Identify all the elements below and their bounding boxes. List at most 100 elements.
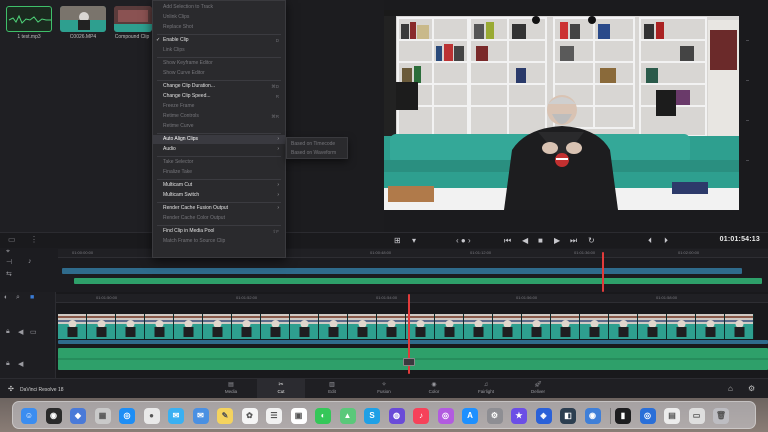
menu-shortcut: ⇧F [272, 229, 279, 234]
tab-fusion[interactable]: ✧ Fusion [360, 379, 408, 399]
menu-item-change-clip-speed[interactable]: Change Clip Speed... R [153, 92, 285, 101]
submenu-item-waveform[interactable]: Based on Waveform [287, 149, 347, 158]
dock-trash-icon[interactable]: 🗑︎ [713, 408, 729, 424]
settings-gear-icon[interactable]: ⚙ [748, 384, 755, 393]
tools-icon[interactable]: ⌕ [16, 294, 20, 302]
loop-icon[interactable]: ↻ [588, 235, 595, 246]
dock-facetime-icon[interactable]: ◐ [315, 408, 331, 424]
lock-icon[interactable]: 🔒︎ [6, 360, 10, 368]
tab-edit[interactable]: ▥ Edit [308, 379, 356, 399]
dock-notes-icon[interactable]: ✎ [217, 408, 233, 424]
dock-reminders-icon[interactable]: ☰ [266, 408, 282, 424]
detail-timeline[interactable]: ◐ ⌕ ■ 🔒︎ ◀︎ ▭ 🔒︎ ◀︎ 01:01:50:00 01:01:52… [0, 292, 768, 378]
edit-point-handle[interactable] [403, 358, 415, 366]
dock-photos-icon[interactable]: ✿ [241, 408, 258, 424]
tab-cut[interactable]: ✂ Cut [257, 379, 305, 399]
tab-color[interactable]: ◉ Color [410, 379, 458, 399]
dock-preview-icon[interactable]: ◉ [584, 408, 601, 424]
speaker-icon[interactable]: ◀︎ [18, 360, 23, 368]
video-monitor-icon[interactable]: ▭ [30, 328, 37, 336]
jump-end-icon[interactable]: ⏭ [570, 235, 577, 246]
filmstrip-frame [290, 314, 319, 339]
menu-item-render-cache-fusion-output[interactable]: Render Cache Fusion Output › [153, 204, 285, 213]
dock-maps-icon[interactable]: ▲ [339, 408, 356, 424]
menu-item-enable-clip[interactable]: ✓ Enable Clip D [153, 36, 285, 45]
media-clip-compound[interactable] [114, 6, 152, 32]
dock-chrome-icon[interactable]: ● [143, 408, 160, 424]
dock-podcasts-icon[interactable]: ◎ [437, 408, 454, 424]
dock-finder-icon[interactable]: ☺ [21, 408, 37, 424]
menu-item-label: Unlink Clips [163, 14, 190, 20]
submenu-item-timecode[interactable]: Based on Timecode [287, 140, 347, 149]
play-icon[interactable]: ▶ [554, 235, 560, 246]
media-icon: ▤ [228, 382, 234, 388]
dock-calendar-icon[interactable]: ▣ [290, 408, 307, 424]
dock-documents-icon[interactable]: ▤ [664, 408, 680, 424]
filmstrip-frame [58, 314, 87, 339]
dock-launchpad-icon[interactable]: ▦ [94, 408, 111, 424]
viewer-settings-icon[interactable]: ⊞ [394, 235, 401, 246]
menu-shortcut: ⌘D [271, 84, 279, 89]
chevron-right-icon: › [277, 146, 279, 152]
dock-skype-icon[interactable]: S [364, 408, 380, 424]
link-icon[interactable]: ⇆ [6, 270, 12, 278]
menu-item-find-clip-in-media-pool[interactable]: Find Clip in Media Pool ⇧F [153, 227, 285, 236]
menu-separator [157, 202, 281, 203]
menu-item-auto-align-clips[interactable]: Auto Align Clips › [153, 135, 285, 144]
previous-edit-icon[interactable]: ⏴ [648, 235, 652, 246]
upper-audio-track-bar[interactable] [74, 278, 762, 284]
track-settings-icon[interactable]: ◐ [4, 294, 8, 301]
checkmark-icon: ✓ [156, 37, 161, 43]
upper-timeline[interactable]: ⌖ ⊣ ♪ ⇆ 01:00:00:00 01:00:24:00 01:00:48… [0, 248, 768, 292]
jog-control-icon[interactable]: ‹ ● › [456, 235, 471, 246]
list-view-icon[interactable]: ▭ [8, 235, 16, 244]
media-clip-video[interactable] [60, 6, 106, 32]
menu-item-multicam-cut[interactable]: Multicam Cut › [153, 181, 285, 190]
video-clip-bar[interactable] [58, 340, 768, 344]
stop-icon[interactable]: ■ [538, 235, 543, 246]
color-tag-icon[interactable]: ■ [30, 294, 34, 301]
menu-item-multicam-switch[interactable]: Multicam Switch › [153, 191, 285, 200]
dock-nordvpn-icon[interactable]: ◈ [535, 408, 552, 424]
menu-item-audio[interactable]: Audio › [153, 145, 285, 154]
filmstrip-frame [522, 314, 551, 339]
dock-messages-blue-icon[interactable]: ✉ [168, 408, 184, 424]
video-viewer[interactable] [384, 10, 739, 210]
next-edit-icon[interactable]: ⏵ [664, 235, 668, 246]
snap-icon[interactable]: ⊣ [6, 258, 12, 266]
sort-icon[interactable]: ⋮ [30, 235, 38, 244]
jump-start-icon[interactable]: ⏮ [504, 235, 511, 246]
dock-safari-like-icon[interactable]: ◆ [70, 408, 86, 424]
dock-app-store-icon[interactable]: A [462, 408, 478, 424]
tab-fairlight[interactable]: ♫ Fairlight [462, 379, 510, 399]
tab-media[interactable]: ▤ Media [207, 379, 255, 399]
dock-files-icon[interactable]: ▭ [688, 408, 705, 424]
dock-imovie-icon[interactable]: ★ [511, 408, 527, 424]
dock-mail-icon[interactable]: ✉ [192, 408, 209, 424]
dock-music-icon[interactable]: ♪ [413, 408, 429, 424]
upper-video-track-bar[interactable] [62, 268, 742, 274]
dock-safari-icon[interactable]: ◎ [119, 408, 135, 424]
timeline-zoom-icon[interactable]: ⌖ [6, 248, 10, 256]
lock-icon[interactable]: 🔒︎ [6, 328, 10, 336]
overlay-icon[interactable]: ▾ [412, 235, 416, 246]
dock-settings-icon[interactable]: ⚙ [486, 408, 503, 424]
fairlight-icon: ♫ [483, 382, 489, 388]
upper-playhead[interactable] [602, 252, 604, 292]
play-reverse-icon[interactable]: ◀ [522, 235, 528, 246]
tab-label: Media [224, 389, 238, 394]
cut-icon: ✂ [278, 382, 284, 388]
menu-item-change-clip-duration[interactable]: Change Clip Duration... ⌘D [153, 82, 285, 91]
speaker-icon[interactable]: ◀︎ [18, 328, 23, 336]
dock-terminal-icon[interactable]: ▮ [615, 408, 631, 424]
dock-siri-icon[interactable]: ◉ [45, 408, 62, 424]
home-icon[interactable]: ⌂ [728, 384, 733, 393]
dock-dvd-icon[interactable]: ◍ [388, 408, 405, 424]
menu-item-unlink-clips: Unlink Clips [153, 13, 285, 22]
media-clip-audio[interactable] [6, 6, 52, 32]
tab-deliver[interactable]: 🚀︎ Deliver [514, 379, 562, 399]
dock-quicktime-icon[interactable]: ◎ [639, 408, 656, 424]
menu-item-label: Match Frame to Source Clip [163, 238, 226, 244]
dock-davinci-icon[interactable]: ◧ [560, 408, 576, 424]
audio-track-icon[interactable]: ♪ [28, 258, 32, 265]
